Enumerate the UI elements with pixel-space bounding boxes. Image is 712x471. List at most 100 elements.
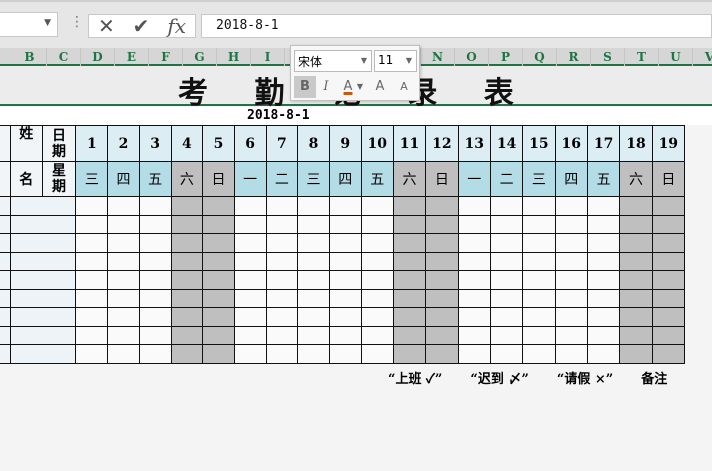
attendance-cell[interactable] (457, 233, 491, 253)
attendance-cell[interactable] (554, 196, 588, 216)
attendance-cell[interactable] (265, 307, 299, 327)
id-cell[interactable] (0, 325, 11, 345)
weekday-header[interactable]: 四 (328, 161, 362, 197)
attendance-cell[interactable] (107, 233, 140, 253)
id-cell[interactable] (0, 344, 11, 364)
attendance-cell[interactable] (297, 270, 330, 290)
attendance-cell[interactable] (328, 288, 362, 308)
day-header[interactable]: 13 (457, 125, 491, 162)
attendance-cell[interactable] (170, 233, 204, 253)
increase-font-button[interactable]: A (369, 76, 391, 98)
attendance-cell[interactable] (489, 270, 524, 290)
attendance-cell[interactable] (328, 344, 362, 364)
weekday-header[interactable]: 日 (425, 161, 459, 197)
id-cell[interactable] (0, 270, 11, 290)
day-header[interactable]: 3 (138, 125, 172, 162)
attendance-cell[interactable] (233, 233, 267, 253)
attendance-cell[interactable] (392, 325, 427, 345)
attendance-cell[interactable] (138, 214, 172, 234)
chevron-down-icon[interactable]: ▼ (355, 76, 365, 98)
font-select[interactable]: 宋体 ▼ (294, 50, 372, 72)
attendance-cell[interactable] (328, 196, 362, 216)
attendance-cell[interactable] (619, 251, 653, 271)
name-cell[interactable] (9, 214, 77, 234)
weekday-header[interactable]: 三 (522, 161, 556, 197)
column-header-T[interactable]: T (625, 48, 659, 66)
weekday-header[interactable]: 一 (457, 161, 491, 197)
attendance-cell[interactable] (651, 270, 686, 290)
attendance-cell[interactable] (202, 344, 235, 364)
column-header-N[interactable]: N (421, 48, 455, 66)
attendance-cell[interactable] (392, 233, 427, 253)
attendance-cell[interactable] (107, 307, 140, 327)
attendance-cell[interactable] (297, 307, 330, 327)
cancel-icon[interactable]: ✕ (98, 14, 115, 38)
attendance-cell[interactable] (138, 196, 172, 216)
attendance-cell[interactable] (586, 344, 621, 364)
weekday-header[interactable]: 三 (75, 161, 109, 197)
attendance-cell[interactable] (75, 325, 109, 345)
column-header-B[interactable]: B (13, 48, 47, 66)
attendance-cell[interactable] (138, 251, 172, 271)
attendance-cell[interactable] (170, 325, 204, 345)
attendance-cell[interactable] (233, 251, 267, 271)
attendance-cell[interactable] (586, 270, 621, 290)
attendance-cell[interactable] (586, 307, 621, 327)
column-header-U[interactable]: U (659, 48, 693, 66)
weekday-header[interactable]: 三 (297, 161, 330, 197)
attendance-cell[interactable] (651, 307, 686, 327)
attendance-cell[interactable] (522, 307, 556, 327)
attendance-cell[interactable] (170, 288, 204, 308)
attendance-cell[interactable] (170, 251, 204, 271)
attendance-cell[interactable] (75, 214, 109, 234)
weekday-header[interactable]: 五 (360, 161, 394, 197)
attendance-cell[interactable] (619, 288, 653, 308)
attendance-cell[interactable] (651, 196, 686, 216)
header-weekday[interactable]: 星期 (41, 161, 77, 197)
attendance-cell[interactable] (619, 270, 653, 290)
column-header-V[interactable]: V (693, 48, 712, 66)
attendance-cell[interactable] (392, 251, 427, 271)
attendance-cell[interactable] (457, 344, 491, 364)
attendance-cell[interactable] (233, 344, 267, 364)
id-cell[interactable] (0, 307, 11, 327)
attendance-cell[interactable] (522, 344, 556, 364)
weekday-header[interactable]: 六 (392, 161, 427, 197)
attendance-cell[interactable] (297, 344, 330, 364)
attendance-cell[interactable] (619, 214, 653, 234)
attendance-cell[interactable] (202, 307, 235, 327)
attendance-cell[interactable] (265, 325, 299, 345)
enter-icon[interactable]: ✔ (133, 14, 150, 38)
attendance-cell[interactable] (392, 288, 427, 308)
attendance-cell[interactable] (392, 196, 427, 216)
attendance-cell[interactable] (202, 233, 235, 253)
attendance-cell[interactable] (170, 196, 204, 216)
column-header-O[interactable]: O (455, 48, 489, 66)
attendance-cell[interactable] (392, 344, 427, 364)
attendance-cell[interactable] (554, 270, 588, 290)
name-cell[interactable] (9, 233, 77, 253)
attendance-cell[interactable] (554, 288, 588, 308)
attendance-cell[interactable] (651, 344, 686, 364)
attendance-cell[interactable] (489, 344, 524, 364)
attendance-cell[interactable] (297, 196, 330, 216)
attendance-cell[interactable] (425, 214, 459, 234)
attendance-cell[interactable] (328, 214, 362, 234)
attendance-cell[interactable] (75, 233, 109, 253)
day-header[interactable]: 7 (265, 125, 299, 162)
attendance-cell[interactable] (107, 325, 140, 345)
attendance-cell[interactable] (489, 233, 524, 253)
attendance-cell[interactable] (651, 251, 686, 271)
attendance-cell[interactable] (138, 325, 172, 345)
header-date[interactable]: 日期 (41, 125, 77, 162)
attendance-cell[interactable] (297, 233, 330, 253)
day-header[interactable]: 1 (75, 125, 109, 162)
column-header-H[interactable]: H (217, 48, 251, 66)
attendance-cell[interactable] (265, 344, 299, 364)
day-header[interactable]: 18 (619, 125, 653, 162)
attendance-cell[interactable] (457, 196, 491, 216)
attendance-cell[interactable] (202, 196, 235, 216)
attendance-cell[interactable] (75, 307, 109, 327)
column-header-Q[interactable]: Q (523, 48, 557, 66)
attendance-cell[interactable] (425, 307, 459, 327)
